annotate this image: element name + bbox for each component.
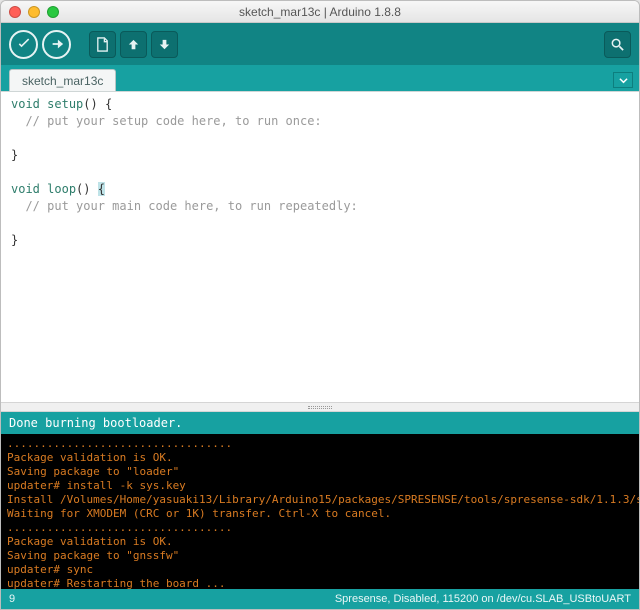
chevron-down-icon [619, 76, 628, 85]
board-port-indicator: Spresense, Disabled, 115200 on /dev/cu.S… [335, 593, 631, 605]
tabs-menu-button[interactable] [613, 72, 633, 88]
arrow-up-icon [126, 37, 141, 52]
verify-button[interactable] [9, 30, 38, 59]
arrow-right-icon [50, 37, 64, 51]
arrow-down-icon [157, 37, 172, 52]
open-sketch-button[interactable] [120, 31, 147, 58]
close-window-button[interactable] [9, 6, 21, 18]
toolbar [1, 23, 639, 65]
arduino-ide-window: sketch_mar13c | Arduino 1.8.8 [0, 0, 640, 610]
serial-monitor-button[interactable] [604, 31, 631, 58]
tabs-row: sketch_mar13c [1, 65, 639, 91]
check-icon [17, 37, 31, 51]
magnifier-icon [610, 37, 625, 52]
upload-button[interactable] [42, 30, 71, 59]
status-message: Done burning bootloader. [1, 412, 639, 434]
code-editor[interactable]: void setup() { // put your setup code he… [1, 91, 639, 402]
line-number-indicator: 9 [9, 593, 15, 605]
footer-bar: 9 Spresense, Disabled, 115200 on /dev/cu… [1, 589, 639, 609]
file-icon [95, 37, 110, 52]
window-title: sketch_mar13c | Arduino 1.8.8 [1, 5, 639, 19]
panel-splitter[interactable] [1, 402, 639, 412]
sketch-tab[interactable]: sketch_mar13c [9, 69, 116, 91]
zoom-window-button[interactable] [47, 6, 59, 18]
save-sketch-button[interactable] [151, 31, 178, 58]
mac-title-bar[interactable]: sketch_mar13c | Arduino 1.8.8 [1, 1, 639, 23]
minimize-window-button[interactable] [28, 6, 40, 18]
output-console[interactable]: .................................. Packa… [1, 434, 639, 589]
window-controls [9, 6, 59, 18]
new-sketch-button[interactable] [89, 31, 116, 58]
